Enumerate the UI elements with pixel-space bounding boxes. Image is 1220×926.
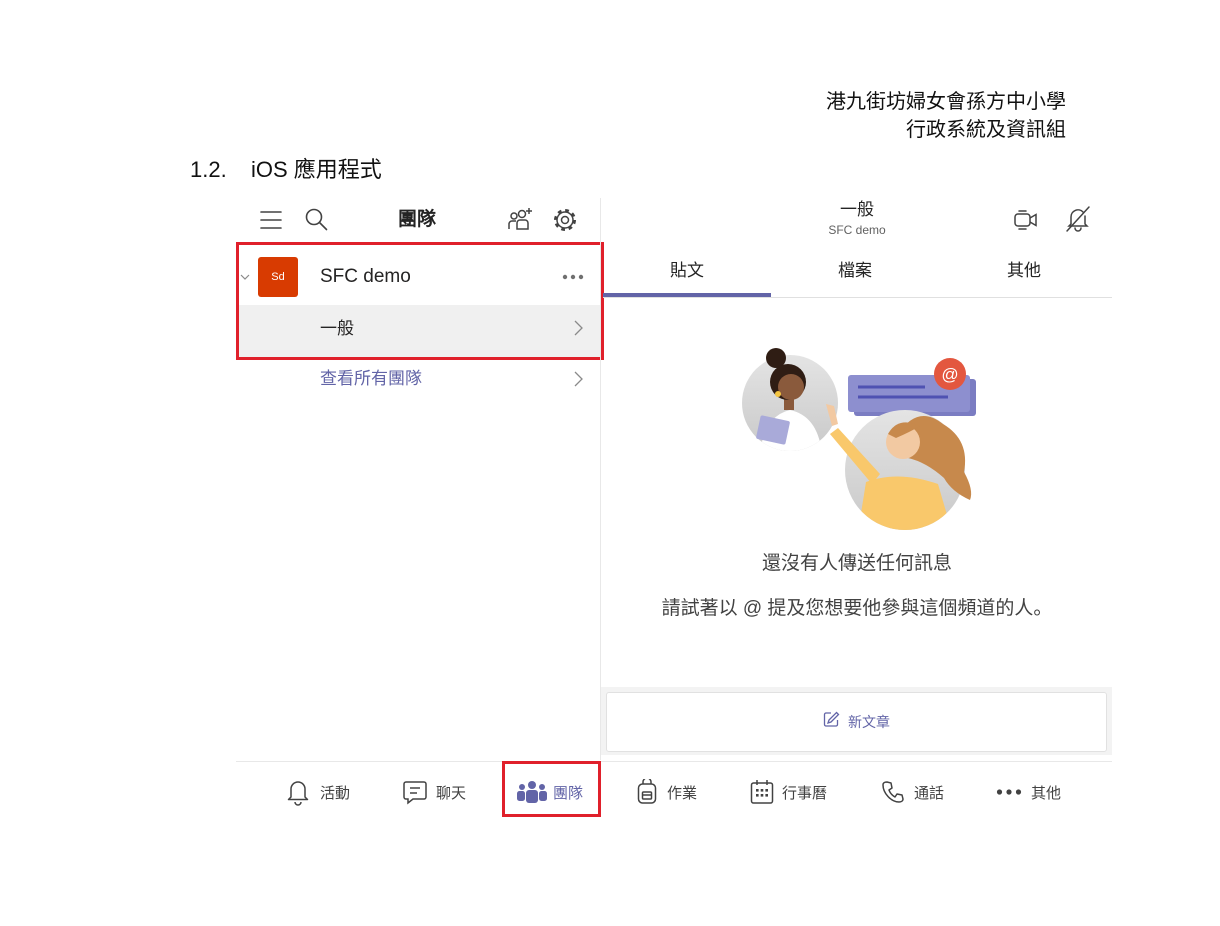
empty-state-title: 還沒有人傳送任何訊息: [761, 553, 952, 574]
left-person-figure: [742, 348, 838, 451]
nav-label: 活動: [320, 784, 351, 802]
channel-title: 一般: [840, 200, 874, 219]
nav-label: 行事曆: [782, 784, 828, 802]
nav-item-activity[interactable]: 活動: [286, 777, 350, 807]
nav-item-calls[interactable]: 通話: [882, 777, 944, 807]
right-person-figure: [826, 404, 972, 530]
section-number: 1.2.: [190, 157, 227, 182]
empty-state-illustration: @: [742, 348, 976, 530]
chevron-right-icon[interactable]: [574, 371, 583, 387]
phone-icon: [882, 780, 904, 804]
yellow-top: [858, 476, 952, 530]
nav-item-assignments[interactable]: 作業: [637, 777, 697, 807]
panel-divider: [600, 198, 601, 760]
face-dark: [778, 374, 804, 400]
hamburger-menu-icon[interactable]: [260, 210, 282, 230]
new-post-button[interactable]: 新文章: [606, 692, 1107, 752]
tab-posts[interactable]: 貼文: [603, 259, 771, 283]
nav-item-calendar[interactable]: 行事曆: [750, 777, 827, 807]
channel-subtitle: SFC demo: [828, 223, 886, 237]
bell-off-icon[interactable]: [1065, 205, 1091, 233]
search-icon[interactable]: [305, 208, 328, 231]
more-icon: [996, 788, 1022, 796]
calendar-icon: [750, 779, 774, 805]
add-people-icon[interactable]: [508, 207, 534, 232]
bell-icon: [286, 778, 310, 806]
bottom-nav-divider: [236, 761, 1112, 762]
section-title: iOS 應用程式: [251, 157, 382, 182]
department-name: 行政系統及資訊組: [906, 119, 1066, 141]
mention-symbol: @: [941, 365, 958, 384]
tab-divider: [603, 297, 1112, 298]
nav-item-chat[interactable]: 聊天: [402, 777, 466, 807]
nav-item-more[interactable]: 其他: [996, 777, 1061, 807]
tab-files[interactable]: 檔案: [771, 259, 939, 283]
backpack-icon: [637, 779, 657, 805]
edit-icon: [823, 711, 840, 733]
new-post-label: 新文章: [848, 714, 890, 730]
nav-label: 其他: [1031, 784, 1062, 802]
highlight-box-team: [236, 242, 604, 360]
nav-label: 聊天: [436, 784, 467, 802]
school-name: 港九街坊婦女會孫方中小學: [826, 91, 1066, 113]
teams-panel-title: 團隊: [397, 209, 436, 230]
tab-more[interactable]: 其他: [940, 259, 1108, 283]
nav-label: 作業: [667, 784, 698, 802]
empty-state-hint: 請試著以 @ 提及您想要他參與這個頻道的人。: [661, 598, 1053, 619]
video-call-icon[interactable]: [1013, 208, 1039, 232]
active-tab-indicator: [603, 293, 771, 297]
gear-icon[interactable]: [552, 207, 578, 233]
highlight-box-teams-nav: [502, 761, 601, 817]
nav-label: 通話: [914, 784, 945, 802]
chat-icon: [402, 779, 428, 805]
message-card: @: [848, 358, 976, 416]
see-all-teams-link[interactable]: 查看所有團隊: [320, 368, 422, 390]
